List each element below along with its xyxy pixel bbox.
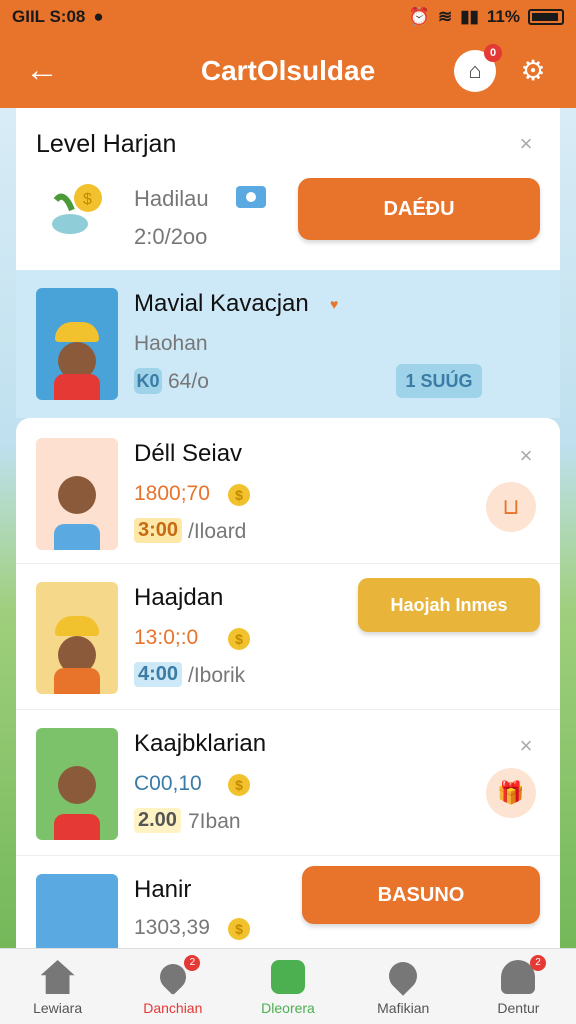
page-title: CartOlsuldae [200, 55, 376, 86]
item-name: Hanir [134, 876, 192, 903]
nav-item-profile[interactable]: 2 Dentur [461, 949, 576, 1024]
location-icon [383, 956, 424, 996]
nav-item-active[interactable]: Dleorera [230, 949, 345, 1024]
level-action-button[interactable]: DAÉÐU [298, 178, 540, 240]
check-icon [271, 960, 305, 994]
svg-text:$: $ [83, 191, 92, 208]
nav-item-favorites[interactable]: 2 Danchian [115, 949, 230, 1024]
app-bar: ← CartOlsuldae ⌂ 0 ⚙ [0, 34, 576, 108]
alarm-icon: ⏰ [408, 7, 430, 26]
status-bar: GIIL S:08 ● ⏰ ≋ ▮▮ 11% [0, 0, 576, 34]
item-tag: 2.00 [134, 808, 181, 833]
item-price: 1303,39 [134, 916, 210, 939]
item-badge: K0 [134, 368, 162, 394]
item-tag: 4:00 [134, 662, 183, 687]
item-thumbnail [36, 288, 118, 400]
close-icon[interactable]: × [514, 132, 538, 156]
nav-label: Mafikian [377, 1000, 430, 1016]
level-subtitle: Hadilau [134, 186, 209, 211]
close-icon[interactable]: × [514, 444, 538, 468]
item-tag-suffix: /Iborik [188, 664, 246, 687]
nav-label: Dentur [497, 1000, 540, 1016]
item-price: 1800;70 [134, 482, 210, 505]
battery-icon [528, 9, 564, 25]
level-title: Level Harjan [36, 130, 177, 158]
item-thumbnail [36, 438, 118, 550]
item-action-button[interactable]: Haojah Inmes [358, 578, 540, 632]
item-price: C00,10 [134, 772, 202, 795]
nav-item-location[interactable]: Mafikian [346, 949, 461, 1024]
basket-icon: ⊔ [502, 494, 520, 519]
close-icon[interactable]: × [514, 734, 538, 758]
favorite-icon[interactable]: ♥ [330, 296, 338, 312]
item-name: Kaajbklarian [134, 730, 267, 757]
item-name: Mavial Kavacjan [134, 290, 309, 317]
item-stat: 64/o [168, 370, 209, 393]
basket-button[interactable]: ⊔ [486, 482, 536, 532]
coin-icon: $ [228, 918, 250, 940]
vegetable-bowl-icon: $ [52, 184, 102, 234]
settings-button[interactable]: ⚙ [516, 54, 550, 88]
home-icon [40, 960, 75, 994]
battery-percent: 11% [486, 7, 520, 26]
item-thumbnail [36, 728, 118, 840]
item-tag-suffix: 7Iban [188, 810, 241, 833]
item-tag-suffix: /Iloard [188, 520, 247, 543]
camera-icon[interactable] [236, 186, 266, 208]
nav-label: Dleorera [261, 1000, 315, 1016]
coin-icon: $ [228, 484, 250, 506]
item-tag: 3:00 [134, 518, 183, 543]
item-pill-button[interactable]: 1 SUÚG [396, 364, 482, 398]
coin-icon: $ [228, 628, 250, 650]
item-thumbnail [36, 582, 118, 694]
wifi-icon: ≋ [437, 7, 453, 26]
nav-label: Lewiara [33, 1000, 83, 1016]
cart-button[interactable]: ⌂ 0 [454, 44, 502, 92]
gift-button[interactable]: 🎁 [486, 768, 536, 818]
cart-icon: ⌂ [468, 58, 482, 83]
highlight-item[interactable]: Mavial Kavacjan ♥ Haohan K0 64/o 1 SUÚG [16, 270, 560, 418]
bottom-nav: Lewiara 2 Danchian Dleorera Mafikian 2 D… [0, 948, 576, 1024]
gift-icon: 🎁 [497, 780, 525, 805]
list-item[interactable]: Déll Seiav × 1800;70 $ 3:00 /Iloard ⊔ [16, 418, 560, 564]
item-list: Déll Seiav × 1800;70 $ 3:00 /Iloard ⊔ Ha… [16, 418, 560, 948]
item-price: 13:0;:0 [134, 626, 199, 649]
item-name: Déll Seiav [134, 440, 243, 467]
nav-badge: 2 [184, 955, 201, 971]
item-subtitle: Haohan [134, 332, 208, 355]
coin-icon: $ [228, 774, 250, 796]
back-button[interactable]: ← [22, 50, 62, 90]
nav-label: Danchian [143, 1000, 203, 1016]
signal-icon: ▮▮ [460, 7, 479, 26]
item-thumbnail [36, 874, 118, 948]
level-card: Level Harjan × $ Hadilau 2:0/2oo DAÉÐU [16, 108, 560, 270]
cart-badge: 0 [484, 44, 502, 62]
main-content: Level Harjan × $ Hadilau 2:0/2oo DAÉÐU M… [16, 108, 560, 948]
item-action-button[interactable]: BASUNO [302, 866, 540, 924]
list-item[interactable]: Kaajbklarian × C00,10 $ 2.00 7Iban 🎁 [16, 710, 560, 856]
level-time: 2:0/2oo [134, 224, 208, 249]
notification-icon: ● [93, 7, 104, 26]
nav-badge: 2 [530, 955, 547, 971]
list-item[interactable]: Hanir 1303,39 $ BASUNO [16, 856, 560, 948]
list-item[interactable]: Haajdan 13:0;:0 $ 4:00 /Iborik Haojah In… [16, 564, 560, 710]
item-name: Haajdan [134, 584, 224, 611]
nav-item-home[interactable]: Lewiara [0, 949, 115, 1024]
status-time: GIIL S:08 [12, 7, 86, 26]
